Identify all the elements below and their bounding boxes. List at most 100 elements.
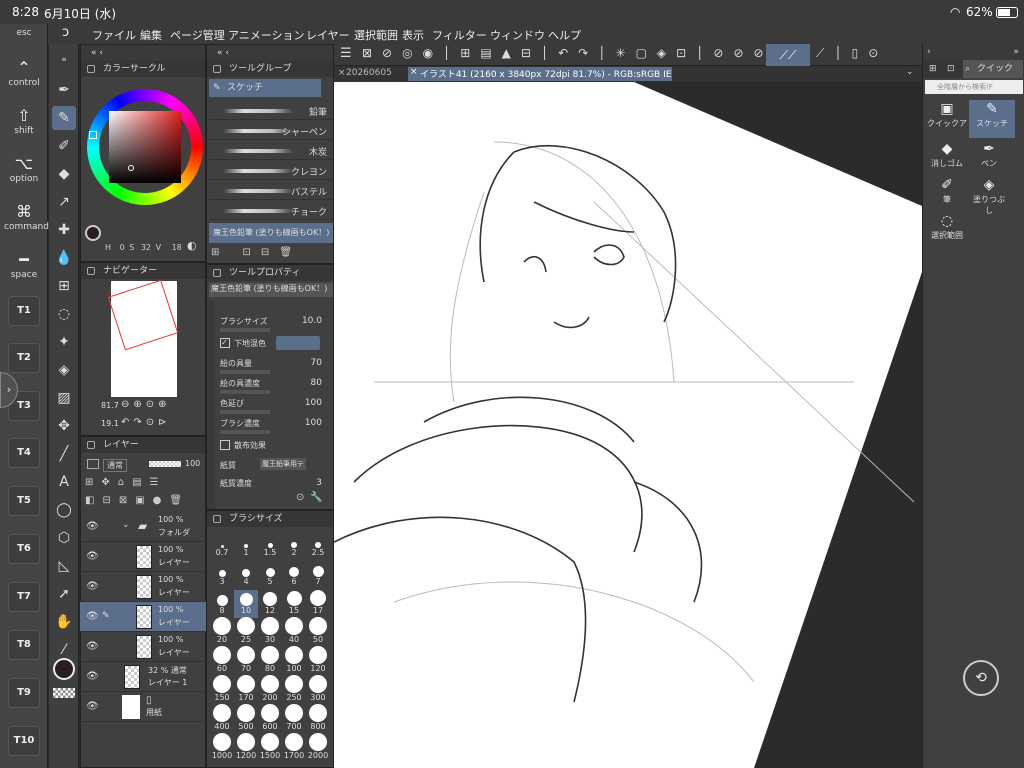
tool-group-tab[interactable]: ✎ スケッチ <box>209 79 321 97</box>
brush-size-cell[interactable]: 30 <box>258 617 282 647</box>
airbrush-tool-icon[interactable]: 💧 <box>52 246 76 270</box>
color-stretch-prop[interactable]: 色延び 100 <box>220 398 332 416</box>
blend-tool-icon[interactable]: ↗ <box>52 190 76 214</box>
collapse-icon[interactable]: « ‹ <box>91 48 103 58</box>
brush-size-cell[interactable]: 3 <box>210 561 234 589</box>
t4-key[interactable]: T4 <box>8 438 40 468</box>
eye-icon[interactable]: 👁 <box>86 701 99 712</box>
menu-filter[interactable]: フィルター <box>432 27 487 43</box>
brush-size-cell[interactable]: 2.5 <box>306 532 330 560</box>
eye-icon[interactable]: 👁 <box>86 611 99 622</box>
sv-cursor[interactable] <box>128 165 134 171</box>
brush-size-cell[interactable]: 1.5 <box>258 532 282 560</box>
quick-item-selection[interactable]: ◌ 選択範囲 <box>927 212 967 250</box>
brush-size-cell[interactable]: 500 <box>234 704 258 734</box>
brush-size-cell[interactable]: 10 <box>234 590 258 618</box>
layer-row[interactable]: 👁 ⌄ ▰ 100 % フォルダ <box>80 512 206 542</box>
brush-size-cell[interactable]: 0.7 <box>210 532 234 560</box>
pen-tool-icon[interactable]: ✒ <box>52 78 76 102</box>
tab-document-1[interactable]: 20260605 <box>346 68 392 78</box>
subtool-item[interactable]: シャーペン <box>209 121 333 140</box>
eye-icon[interactable]: 👁 <box>86 521 99 532</box>
snap-ruler-button[interactable]: ⟋⟋ <box>766 44 810 66</box>
brush-size-cell[interactable]: 400 <box>210 704 234 734</box>
brush-density-prop[interactable]: ブラシ濃度 100 <box>220 418 332 436</box>
quick-tab[interactable]: ⌕ クイック <box>963 60 1023 78</box>
brush-size-cell[interactable]: 170 <box>234 675 258 705</box>
brush-size-cell[interactable]: 1700 <box>282 733 306 763</box>
brush-size-cell[interactable]: 2000 <box>306 733 330 763</box>
object-tool-icon[interactable]: ➚ <box>52 582 76 606</box>
t5-key[interactable]: T5 <box>8 486 40 516</box>
brush-size-cell[interactable]: 17 <box>306 590 330 618</box>
figure-tool-icon[interactable]: ╱ <box>52 442 76 466</box>
menu-window[interactable]: ウィンドウ <box>490 27 545 43</box>
collapse-icon[interactable]: ‹ <box>927 44 931 60</box>
paint-density-slider[interactable] <box>220 390 270 394</box>
subtool-item[interactable]: 鉛筆 <box>209 101 333 120</box>
mix-mode-buttons[interactable] <box>276 336 320 350</box>
brush-size-cell[interactable]: 12 <box>258 590 282 618</box>
menu-animation[interactable]: アニメーション <box>228 27 305 43</box>
command-icons[interactable]: ⊠⊘◎◉│⊞▤▲⊟│↶↷│✳▢◈⊡│⊘⊘⊘⊘ <box>362 46 794 60</box>
collapse-icon[interactable]: « <box>52 48 76 72</box>
brush-size-cell[interactable]: 150 <box>210 675 234 705</box>
option-key[interactable]: ⌥ option <box>4 150 44 194</box>
tab-chevron-down-icon[interactable]: ⌄ <box>906 67 914 77</box>
brush-tool-icon[interactable]: ✐ <box>52 134 76 158</box>
pencil-tool-icon[interactable]: ✎ <box>52 106 76 130</box>
layer-row[interactable]: 👁 ▯ 用紙 <box>80 692 206 722</box>
tab-close-icon[interactable]: × <box>410 67 418 77</box>
quick-item-eraser[interactable]: ◆ 消しゴム <box>927 140 967 178</box>
brush-size-cell[interactable]: 8 <box>210 590 234 618</box>
view-frame[interactable] <box>107 279 179 351</box>
brush-size-cell[interactable]: 80 <box>258 646 282 676</box>
base-color-mix-prop[interactable]: ✓ 下地混色 <box>220 336 332 356</box>
brush-size-cell[interactable]: 20 <box>210 617 234 647</box>
gradient-tool-icon[interactable]: ▨ <box>52 386 76 410</box>
layer-action-icons[interactable]: ◧⊟⊠▣●🗑 <box>85 495 190 506</box>
t10-key[interactable]: T10 <box>8 726 40 756</box>
eye-icon[interactable]: 👁 <box>86 641 99 652</box>
brush-size-cell[interactable]: 6 <box>282 561 306 589</box>
transparent-color-swatch[interactable] <box>53 688 75 698</box>
brush-size-cell[interactable]: 7 <box>306 561 330 589</box>
brush-size-cell[interactable]: 40 <box>282 617 306 647</box>
brush-size-cell[interactable]: 1 <box>234 532 258 560</box>
paint-amount-prop[interactable]: 絵の具量 70 <box>220 358 332 376</box>
brush-size-cell[interactable]: 100 <box>282 646 306 676</box>
subtool-item[interactable]: 木炭 <box>209 141 333 160</box>
brush-size-cell[interactable]: 300 <box>306 675 330 705</box>
quick-item-pen[interactable]: ✒ ペン <box>969 140 1009 178</box>
eraser-tool-icon[interactable]: ◆ <box>52 162 76 186</box>
brush-size-cell[interactable]: 2 <box>282 532 306 560</box>
hue-ring[interactable] <box>87 89 203 205</box>
quick-item-sketch[interactable]: ✎ スケッチ <box>969 100 1015 138</box>
move-tool-icon[interactable]: ✥ <box>52 414 76 438</box>
color-settings-icon[interactable]: ◐ <box>187 239 197 252</box>
control-key[interactable]: ⌃ control <box>4 54 44 98</box>
brush-size-cell[interactable]: 15 <box>282 590 306 618</box>
texture-select[interactable]: 魔王鉛筆用テ <box>260 458 306 470</box>
menu-layer[interactable]: レイヤー <box>306 27 350 43</box>
saturation-value-square[interactable] <box>109 111 181 183</box>
snap-icons[interactable]: ⟋│▯⊙ <box>816 46 888 61</box>
paint-density-prop[interactable]: 絵の具濃度 80 <box>220 378 332 396</box>
layer-tool-icons[interactable]: ⊞✥⌂▤☰ <box>85 477 167 488</box>
text-tool-icon[interactable]: A <box>52 470 76 494</box>
paper-texture-prop[interactable]: 紙質 魔王鉛筆用テ <box>220 458 332 478</box>
shift-key[interactable]: ⇧ shift <box>4 102 44 146</box>
navigator-preview[interactable] <box>107 279 179 397</box>
quick-item-quick-access[interactable]: ▣ クイックア <box>927 100 967 138</box>
brush-size-prop[interactable]: ブラシサイズ 10.0 <box>220 316 332 334</box>
menu-edit[interactable]: 編集 <box>140 27 162 43</box>
color-stretch-slider[interactable] <box>220 410 270 414</box>
canvas-area[interactable] <box>334 82 922 768</box>
menu-icon[interactable]: ☰ <box>340 46 352 61</box>
brush-size-cell[interactable]: 25 <box>234 617 258 647</box>
hue-cursor[interactable] <box>89 131 97 139</box>
layer-row[interactable]: 👁 100 % レイヤー <box>80 572 206 602</box>
brush-size-cell[interactable]: 200 <box>258 675 282 705</box>
t2-key[interactable]: T2 <box>8 343 40 373</box>
tab-document-2[interactable]: × イラスト41 (2160 x 3840px 72dpi 81.7%) - RG… <box>408 67 672 81</box>
